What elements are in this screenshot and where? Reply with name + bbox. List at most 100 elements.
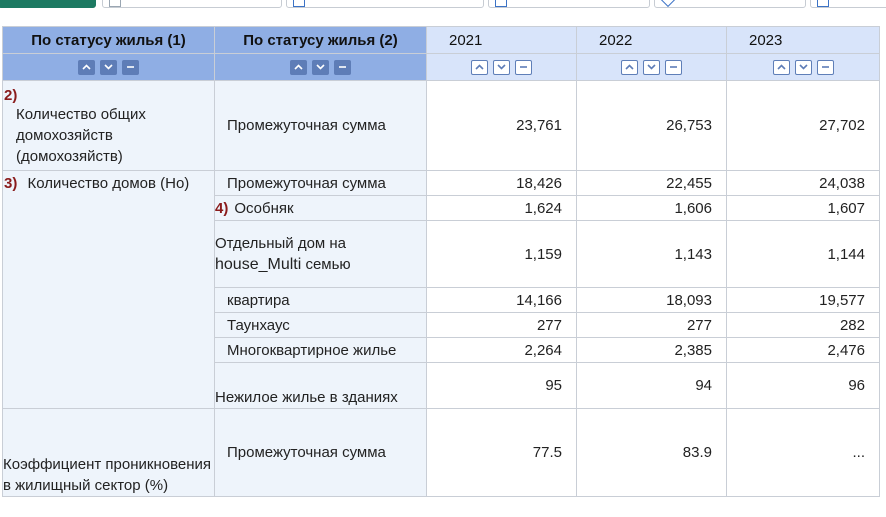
toolbar-button-4[interactable] <box>488 0 650 8</box>
value-cell: 1,143 <box>576 220 727 288</box>
value-cell: 77.5 <box>426 408 577 497</box>
diamond-icon <box>660 0 676 8</box>
chevron-up-icon <box>625 64 634 70</box>
table-row: 3) Количество домов (Но) Промежуточная с… <box>2 170 880 409</box>
sort-up-button[interactable] <box>78 59 95 75</box>
sort-up-button[interactable] <box>290 59 307 75</box>
year-2022-controls <box>576 53 727 81</box>
sort-down-button[interactable] <box>493 59 510 75</box>
doc-icon <box>109 0 121 7</box>
table-row: Коэффициент проникновения в жилищный сек… <box>2 408 880 497</box>
value-cell: 2,385 <box>576 337 727 363</box>
value-cell: 26,753 <box>576 80 727 171</box>
toolbar-button-2[interactable] <box>102 0 282 8</box>
dim1-controls <box>2 53 215 81</box>
value-cell: 2,476 <box>726 337 880 363</box>
minus-icon <box>821 66 829 68</box>
collapse-button[interactable] <box>515 59 532 75</box>
row-sublabel: Многоквартирное жилье <box>214 337 427 363</box>
value-cell: 277 <box>426 312 577 338</box>
dim2-controls <box>214 53 427 81</box>
row-sublabel: Таунхаус <box>214 312 427 338</box>
row-label-households: 2) Количество общих домохозяйств (домохо… <box>2 80 215 171</box>
minus-icon <box>339 66 346 68</box>
value-cell: 14,166 <box>426 287 577 313</box>
minus-icon <box>670 66 677 68</box>
households-label: Количество общих домохозяйств (домохозяй… <box>16 106 146 165</box>
sort-up-button[interactable] <box>621 59 638 75</box>
dim-header-2: По статусу жилья (2) <box>214 26 427 54</box>
chevron-down-icon <box>104 64 113 70</box>
value-cell: 282 <box>726 312 880 338</box>
minus-icon <box>127 66 134 68</box>
houses-label: Количество домов (Но) <box>27 175 190 192</box>
value-cell: 1,624 <box>426 195 577 221</box>
minus-icon <box>520 66 527 68</box>
value-cell: 96 <box>726 362 880 409</box>
toolbar-button-5[interactable] <box>654 0 806 8</box>
chevron-up-icon <box>294 64 303 70</box>
toolbar-button-6[interactable] <box>810 0 886 8</box>
row-sublabel: Промежуточная сумма <box>214 408 427 497</box>
value-cell: 24,038 <box>726 170 880 196</box>
value-cell: 27,702 <box>726 80 880 171</box>
row-sublabel: Нежилое жилье в зданиях <box>214 362 427 409</box>
sort-down-button[interactable] <box>794 59 812 75</box>
sort-down-button[interactable] <box>312 59 329 75</box>
sort-down-button[interactable] <box>100 59 117 75</box>
value-cell: 18,093 <box>576 287 727 313</box>
dim-header-1: По статусу жилья (1) <box>2 26 215 54</box>
row-label-houses: 3) Количество домов (Но) <box>2 170 215 409</box>
row-sublabel: 4) Особняк <box>214 195 427 221</box>
value-cell: 2,264 <box>426 337 577 363</box>
value-cell: 1,144 <box>726 220 880 288</box>
value-cell: 1,159 <box>426 220 577 288</box>
value-cell: 1,607 <box>726 195 880 221</box>
value-cell: 22,455 <box>576 170 727 196</box>
footnote-marker[interactable]: 2) <box>4 87 17 104</box>
statistics-table: По статусу жилья (1) По статусу жилья (2… <box>2 26 880 497</box>
collapse-button[interactable] <box>665 59 682 75</box>
value-cell: 19,577 <box>726 287 880 313</box>
row-sublabel: Промежуточная сумма <box>214 80 427 171</box>
doc-icon <box>495 0 507 7</box>
chevron-up-icon <box>475 64 484 70</box>
chevron-up-icon <box>776 64 786 70</box>
collapse-button[interactable] <box>816 59 834 75</box>
value-cell: 23,761 <box>426 80 577 171</box>
table-row: 2) Количество общих домохозяйств (домохо… <box>2 80 880 171</box>
penetration-label: Коэффициент проникновения в жилищный сек… <box>3 456 212 494</box>
value-cell: ... <box>726 408 880 497</box>
footnote-marker[interactable]: 3) <box>4 175 17 192</box>
sort-down-button[interactable] <box>643 59 660 75</box>
year-header-2023: 2023 <box>726 26 880 54</box>
value-cell: 277 <box>576 312 727 338</box>
row-sublabel: квартира <box>214 287 427 313</box>
value-cell: 83.9 <box>576 408 727 497</box>
row-sublabel: Отдельный дом на house_Multi семью <box>214 220 427 288</box>
year-2023-controls <box>726 53 880 81</box>
value-cell: 95 <box>426 362 577 409</box>
collapse-button[interactable] <box>122 59 139 75</box>
sort-up-button[interactable] <box>471 59 488 75</box>
chevron-down-icon <box>647 64 656 70</box>
chevron-down-icon <box>316 64 325 70</box>
toolbar-button-1[interactable] <box>0 0 96 8</box>
toolbar-button-3[interactable] <box>286 0 484 8</box>
chevron-down-icon <box>497 64 506 70</box>
close-icon <box>817 0 829 7</box>
value-cell: 18,426 <box>426 170 577 196</box>
row-sublabel: Промежуточная сумма <box>214 170 427 196</box>
footnote-marker[interactable]: 4) <box>216 200 229 217</box>
collapse-button[interactable] <box>334 59 351 75</box>
year-header-2022: 2022 <box>576 26 727 54</box>
row-label-penetration: Коэффициент проникновения в жилищный сек… <box>2 408 215 497</box>
sort-up-button[interactable] <box>772 59 790 75</box>
toolbar <box>0 0 886 12</box>
doc-icon <box>293 0 305 7</box>
year-header-2021: 2021 <box>426 26 577 54</box>
chevron-down-icon <box>798 64 808 70</box>
value-cell: 94 <box>576 362 727 409</box>
year-2021-controls <box>426 53 577 81</box>
value-cell: 1,606 <box>576 195 727 221</box>
